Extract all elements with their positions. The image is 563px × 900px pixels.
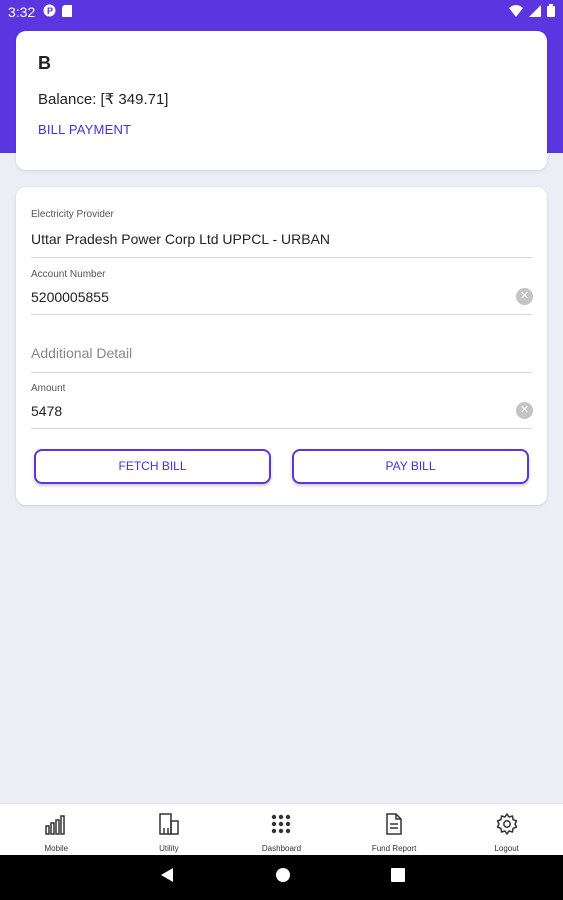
nav-item-fund-report[interactable]: Fund Report: [338, 804, 451, 855]
nav-item-logout[interactable]: Logout: [450, 804, 563, 855]
provider-field[interactable]: Electricity Provider Uttar Pradesh Power…: [31, 207, 532, 258]
amount-input[interactable]: 5478: [31, 403, 62, 419]
nav-label: Utility: [159, 844, 179, 853]
status-bar: 3:32 P: [0, 0, 563, 24]
amount-label: Amount: [31, 383, 66, 394]
sim-icon: [62, 4, 73, 20]
provider-label: Electricity Provider: [31, 209, 114, 220]
svg-text:P: P: [47, 6, 53, 16]
section-title: BILL PAYMENT: [38, 122, 132, 137]
recents-icon[interactable]: [390, 868, 405, 887]
provider-value: Uttar Pradesh Power Corp Ltd UPPCL - URB…: [31, 231, 331, 247]
fetch-bill-button[interactable]: FETCH BILL: [34, 449, 271, 484]
gear-icon: [495, 812, 519, 841]
home-icon[interactable]: [275, 867, 291, 888]
nav-item-mobile[interactable]: Mobile: [0, 804, 113, 855]
additional-detail-input[interactable]: Additional Detail: [31, 345, 132, 361]
signal-icon: [529, 4, 541, 20]
account-number-label: Account Number: [31, 269, 106, 280]
additional-detail-field[interactable]: Additional Detail: [31, 325, 532, 373]
system-nav-bar: [0, 855, 563, 900]
building-icon: [157, 812, 181, 841]
user-name: B: [38, 53, 51, 73]
nav-label: Fund Report: [371, 844, 417, 853]
back-icon[interactable]: [159, 867, 175, 888]
bill-form: Electricity Provider Uttar Pradesh Power…: [16, 187, 547, 505]
nav-item-dashboard[interactable]: Dashboard: [225, 804, 338, 855]
grid-icon: [269, 812, 293, 841]
signal-bars-icon: [44, 812, 68, 841]
account-number-input[interactable]: 5200005855: [31, 289, 109, 305]
nav-label: Dashboard: [261, 844, 302, 853]
pay-bill-button[interactable]: PAY BILL: [292, 449, 529, 484]
balance-text: Balance: [₹ 349.71]: [38, 91, 169, 108]
wifi-icon: [509, 4, 523, 20]
bottom-nav: Mobile Utility Dashboard Fund Report Log…: [0, 803, 563, 855]
status-time: 3:32: [8, 4, 36, 20]
account-card: B Balance: [₹ 349.71] BILL PAYMENT: [16, 31, 547, 170]
nav-label: Mobile: [44, 844, 69, 853]
nav-item-utility[interactable]: Utility: [113, 804, 226, 855]
document-icon: [382, 812, 406, 841]
account-number-field[interactable]: Account Number 5200005855 ✕: [31, 269, 533, 315]
nav-label: Logout: [494, 844, 519, 853]
clear-icon[interactable]: ✕: [516, 402, 533, 419]
amount-field[interactable]: Amount 5478 ✕: [31, 383, 533, 429]
p-icon: P: [43, 4, 56, 20]
clear-icon[interactable]: ✕: [516, 288, 533, 305]
battery-icon: [547, 4, 555, 20]
